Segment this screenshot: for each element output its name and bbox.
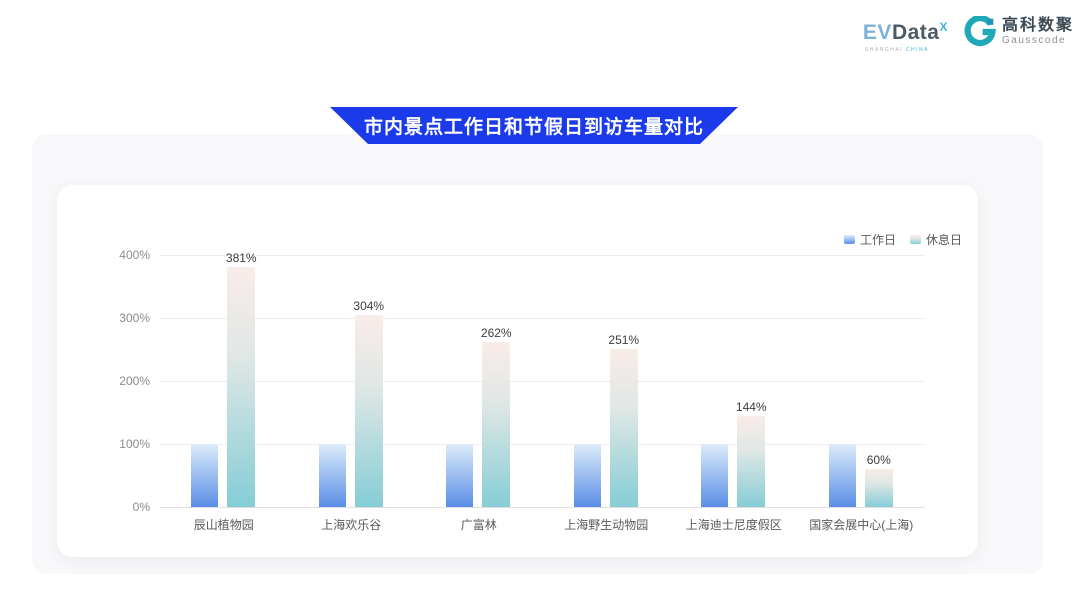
bar-holiday-国家会展中心(上海)[interactable] xyxy=(865,469,893,507)
x-axis-label: 广富林 xyxy=(414,516,544,533)
bar-holiday-上海野生动物园[interactable] xyxy=(610,349,638,507)
y-axis-tick: 0% xyxy=(90,501,150,513)
logo-bar: EVDataX SHANGHAI CHINA 高科数聚 Gausscode xyxy=(863,16,1074,53)
holiday-legend-swatch xyxy=(910,235,921,244)
bar-weekday-广富林[interactable] xyxy=(446,444,473,507)
bar-weekday-上海欢乐谷[interactable] xyxy=(319,444,346,507)
gridline-0% xyxy=(160,507,925,508)
x-axis-label: 上海野生动物园 xyxy=(541,516,671,533)
gridline-400% xyxy=(160,255,925,256)
bar-holiday-辰山植物园[interactable] xyxy=(227,267,255,507)
evdata-data: Data xyxy=(892,21,940,44)
gausscode-en: Gausscode xyxy=(1002,35,1074,47)
gausscode-g-icon xyxy=(964,16,996,48)
x-axis-label: 上海迪士尼度假区 xyxy=(669,516,799,533)
weekday-legend-label: 工作日 xyxy=(860,231,896,248)
y-axis-tick: 100% xyxy=(90,438,150,450)
evdata-sub-china: CHINA xyxy=(906,47,929,53)
evdata-sub-shanghai: SHANGHAI xyxy=(865,47,903,53)
bar-holiday-广富林[interactable] xyxy=(482,342,510,507)
chart-legend: 工作日 休息日 xyxy=(844,231,962,248)
y-axis-tick: 300% xyxy=(90,312,150,324)
data-label: 381% xyxy=(211,251,271,265)
data-label: 251% xyxy=(594,333,654,347)
evdata-ev: EV xyxy=(863,21,892,44)
weekday-legend-swatch xyxy=(844,235,855,244)
bar-weekday-辰山植物园[interactable] xyxy=(191,444,218,507)
chart-card: 0% 100% 200% 300% 400% 381% 辰山植物园 304% 上海欢乐谷 262%… xyxy=(57,185,978,557)
gausscode-logo: 高科数聚 Gausscode xyxy=(964,16,1074,48)
chart-title-banner: 市内景点工作日和节假日到访车量对比 xyxy=(330,107,738,144)
evdata-subtitle: SHANGHAI CHINA xyxy=(865,47,929,53)
evdata-wordmark: EVDataX xyxy=(863,16,948,44)
data-label: 262% xyxy=(466,326,526,340)
data-label: 60% xyxy=(849,453,909,467)
gausscode-cn: 高科数聚 xyxy=(1002,17,1074,35)
legend-item-weekday[interactable]: 工作日 xyxy=(844,231,896,248)
gridline-100% xyxy=(160,444,925,445)
bar-weekday-上海野生动物园[interactable] xyxy=(574,444,601,507)
evdata-x-mark: X xyxy=(939,20,948,34)
bar-chart: 0% 100% 200% 300% 400% 381% 辰山植物园 304% 上海欢乐谷 262%… xyxy=(57,185,978,557)
x-axis-label: 上海欢乐谷 xyxy=(286,516,416,533)
gridline-300% xyxy=(160,318,925,319)
legend-item-holiday[interactable]: 休息日 xyxy=(910,231,962,248)
y-axis-tick: 200% xyxy=(90,375,150,387)
bar-weekday-上海迪士尼度假区[interactable] xyxy=(701,444,728,507)
holiday-legend-label: 休息日 xyxy=(926,231,962,248)
x-axis-label: 辰山植物园 xyxy=(159,516,289,533)
x-axis-label: 国家会展中心(上海) xyxy=(796,516,926,533)
data-label: 304% xyxy=(339,299,399,313)
gausscode-text: 高科数聚 Gausscode xyxy=(1002,17,1074,47)
gridline-200% xyxy=(160,381,925,382)
y-axis-tick: 400% xyxy=(90,249,150,261)
evdata-logo: EVDataX SHANGHAI CHINA xyxy=(863,16,948,53)
bar-holiday-上海欢乐谷[interactable] xyxy=(355,315,383,507)
chart-title: 市内景点工作日和节假日到访车量对比 xyxy=(364,112,704,139)
data-label: 144% xyxy=(721,400,781,414)
bar-holiday-上海迪士尼度假区[interactable] xyxy=(737,416,765,507)
